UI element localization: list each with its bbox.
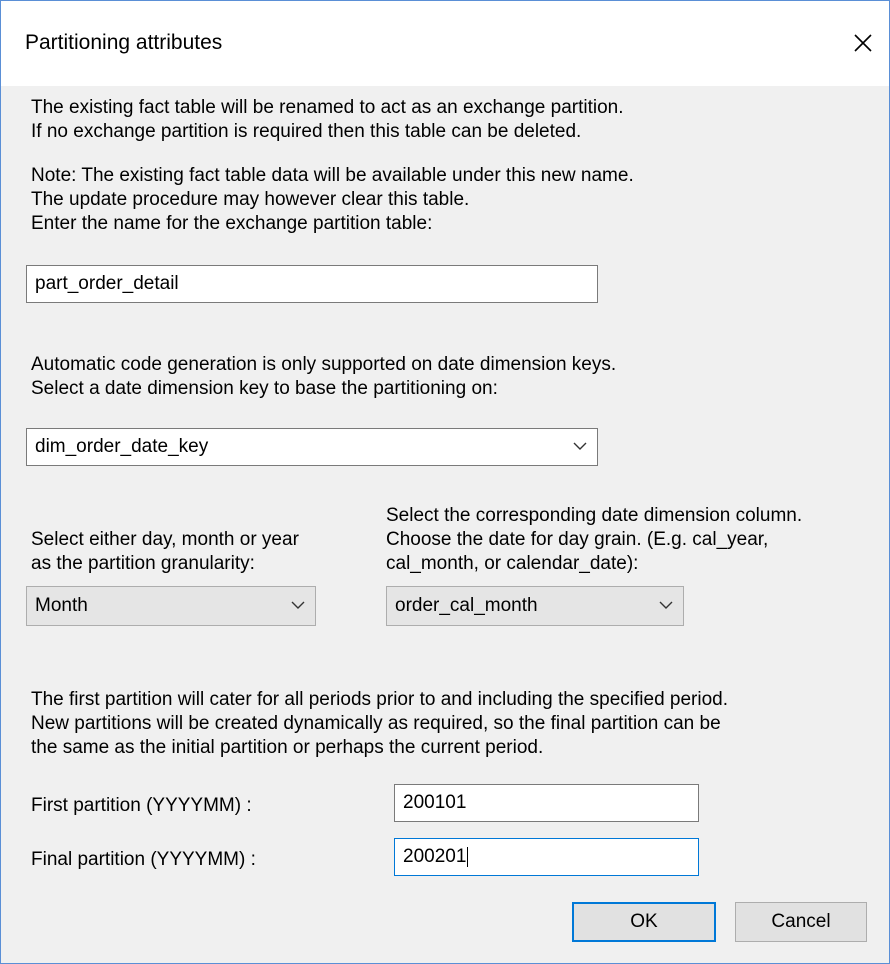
auto-line-2: Select a date dimension key to base the … bbox=[31, 378, 498, 399]
ok-button[interactable]: OK bbox=[572, 902, 716, 942]
close-button[interactable] bbox=[837, 11, 889, 75]
intro-line-2: If no exchange partition is required the… bbox=[31, 121, 582, 142]
first-partition-value: 200101 bbox=[403, 792, 467, 813]
dialog-title: Partitioning attributes bbox=[25, 31, 223, 54]
intro-line-1: The existing fact table will be renamed … bbox=[31, 97, 624, 118]
close-icon bbox=[854, 34, 872, 52]
column-line-1: Select the corresponding date dimension … bbox=[386, 505, 803, 526]
chevron-down-icon bbox=[573, 442, 587, 450]
exchange-table-value: part_order_detail bbox=[35, 273, 179, 294]
cancel-button[interactable]: Cancel bbox=[735, 902, 867, 942]
date-column-select[interactable]: order_cal_month bbox=[386, 586, 684, 626]
note-line-2: The update procedure may however clear t… bbox=[31, 189, 470, 210]
partition-info-line-3: the same as the initial partition or per… bbox=[31, 737, 544, 758]
date-column-selected: order_cal_month bbox=[395, 595, 538, 616]
granularity-select[interactable]: Month bbox=[26, 586, 316, 626]
note-line-1: Note: The existing fact table data will … bbox=[31, 165, 634, 186]
granularity-line-1: Select either day, month or year bbox=[31, 529, 299, 550]
date-key-selected: dim_order_date_key bbox=[35, 436, 209, 457]
final-partition-value: 200201 bbox=[403, 846, 467, 867]
auto-line-1: Automatic code generation is only suppor… bbox=[31, 354, 617, 375]
final-partition-input[interactable]: 200201 bbox=[394, 838, 699, 876]
first-partition-label: First partition (YYYYMM) : bbox=[31, 795, 252, 816]
date-key-select[interactable]: dim_order_date_key bbox=[26, 428, 598, 466]
text-caret bbox=[467, 847, 469, 867]
first-partition-input[interactable]: 200101 bbox=[394, 784, 699, 822]
chevron-down-icon bbox=[659, 601, 673, 609]
exchange-table-input[interactable]: part_order_detail bbox=[26, 265, 598, 303]
column-line-3: cal_month, or calendar_date): bbox=[386, 553, 639, 574]
final-partition-label: Final partition (YYYYMM) : bbox=[31, 849, 256, 870]
note-line-3: Enter the name for the exchange partitio… bbox=[31, 213, 433, 234]
granularity-selected: Month bbox=[35, 595, 88, 616]
partition-info-line-2: New partitions will be created dynamical… bbox=[31, 713, 721, 734]
partition-info-line-1: The first partition will cater for all p… bbox=[31, 689, 729, 710]
chevron-down-icon bbox=[291, 601, 305, 609]
title-bar: Partitioning attributes bbox=[1, 1, 889, 86]
column-line-2: Choose the date for day grain. (E.g. cal… bbox=[386, 529, 769, 550]
partitioning-dialog: Partitioning attributes The existing fac… bbox=[0, 0, 890, 964]
granularity-line-2: as the partition granularity: bbox=[31, 553, 255, 574]
